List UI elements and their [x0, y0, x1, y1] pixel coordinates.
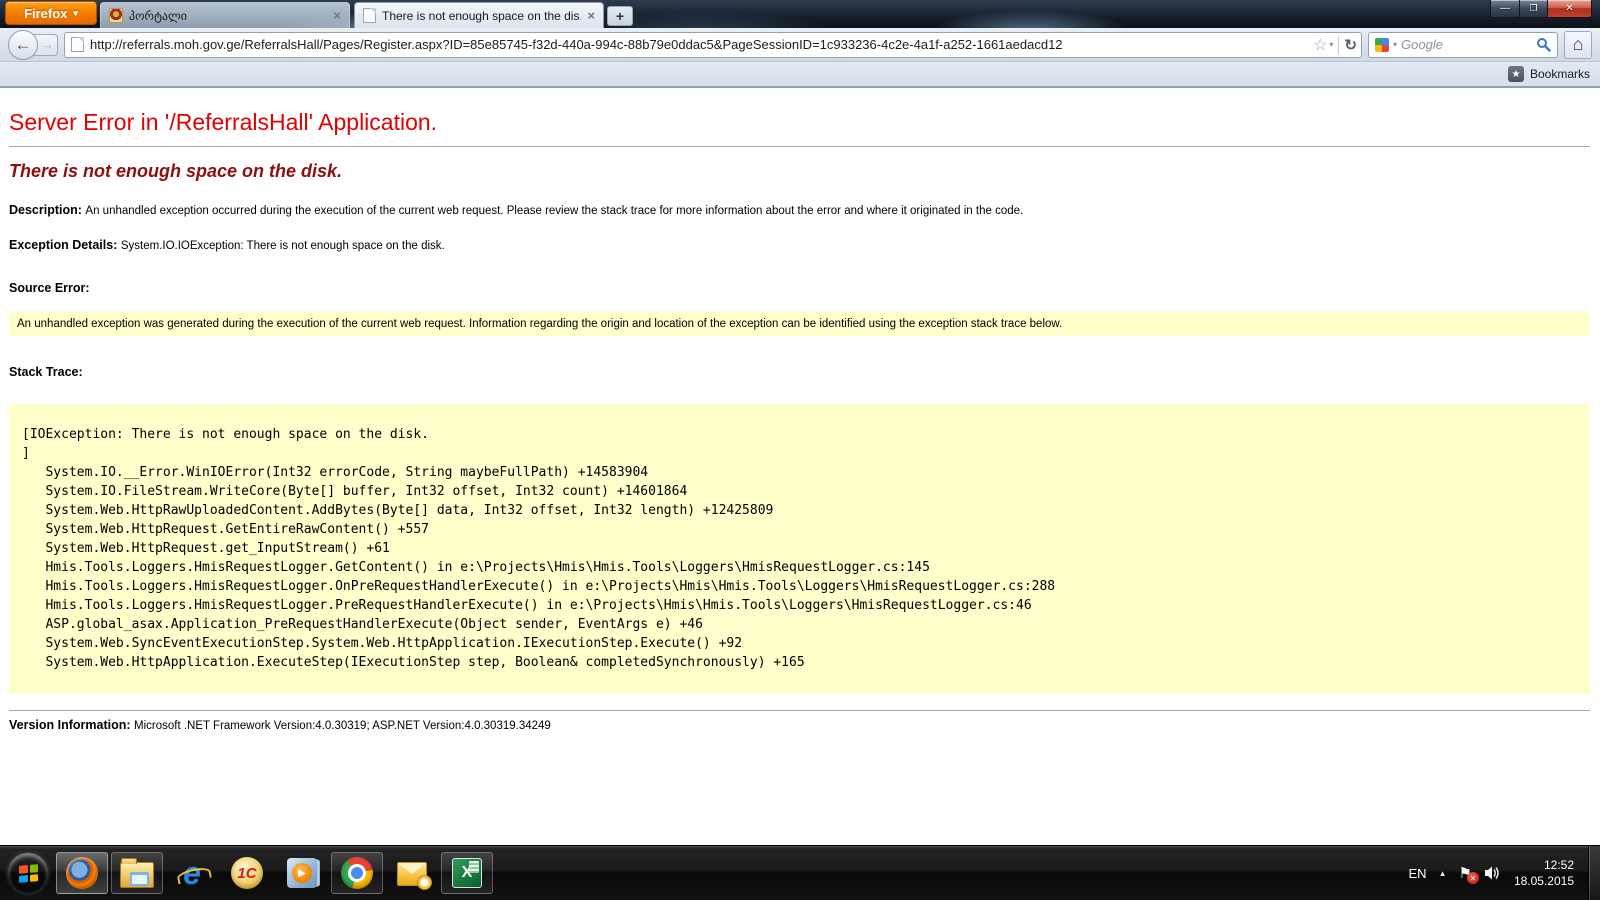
clock-time: 12:52 [1514, 857, 1574, 873]
chrome-icon [341, 857, 373, 889]
description-label: Description: [9, 203, 85, 217]
outlook-icon [397, 862, 427, 886]
clock-icon [417, 875, 432, 890]
exception-details-label: Exception Details: [9, 238, 121, 252]
exception-details-line: Exception Details: System.IO.IOException… [9, 238, 1590, 252]
description-line: Description: An unhandled exception occu… [9, 203, 1590, 217]
hidden-icons-arrow-icon[interactable]: ▲ [1439, 869, 1447, 878]
home-button[interactable]: ⌂ [1564, 31, 1592, 59]
description-text: An unhandled exception occurred during t… [85, 205, 1023, 217]
source-error-heading: Source Error: [9, 281, 1590, 295]
bookmarks-toolbar: ★ Bookmarks [0, 62, 1600, 88]
url-bar[interactable]: ☆ ▾ ↻ [64, 32, 1362, 58]
stack-trace-block: [IOException: There is not enough space … [9, 404, 1590, 694]
volume-icon[interactable] [1484, 865, 1502, 881]
window-titlebar: Firefox ▾ პორტალი × There is not enough … [0, 0, 1600, 28]
tab-error-page[interactable]: There is not enough space on the dis... … [354, 2, 604, 28]
taskbar: e 1С ▶ X EN ▲ ⚑✕ 12:52 18.05.2015 [0, 845, 1600, 900]
windows-orb-icon [8, 853, 48, 893]
page-title: Server Error in '/ReferralsHall' Applica… [9, 109, 1590, 136]
firefox-menu-label: Firefox [24, 6, 67, 21]
bookmarks-star-icon: ★ [1508, 66, 1524, 82]
taskbar-item-explorer[interactable] [111, 852, 163, 894]
show-desktop-button[interactable] [1588, 846, 1600, 900]
chevron-down-icon: ▾ [73, 8, 78, 19]
tab-close-icon[interactable]: × [587, 8, 595, 23]
tab-portal[interactable]: პორტალი × [100, 2, 350, 28]
window-controls: — ❐ ✕ [1490, 0, 1592, 18]
firefox-icon [66, 857, 98, 889]
tab-close-icon[interactable]: × [333, 8, 341, 23]
taskbar-item-firefox[interactable] [56, 852, 108, 894]
source-error-note: An unhandled exception was generated dur… [9, 312, 1590, 336]
taskbar-item-internet-explorer[interactable]: e [166, 852, 218, 894]
error-subtitle: There is not enough space on the disk. [9, 161, 1590, 182]
divider [9, 146, 1590, 147]
version-information-text: Microsoft .NET Framework Version:4.0.303… [134, 720, 551, 732]
version-information-label: Version Information: [9, 718, 134, 732]
tab-title: There is not enough space on the dis... [382, 9, 581, 23]
new-tab-button[interactable]: + [607, 6, 633, 26]
system-tray: EN ▲ ⚑✕ 12:52 18.05.2015 [1409, 857, 1579, 889]
exception-details-text: System.IO.IOException: There is not enou… [121, 240, 445, 252]
windows-explorer-icon [120, 862, 154, 888]
windows-flag-icon [19, 864, 38, 883]
internet-explorer-icon: e [183, 857, 201, 889]
google-logo-icon [1375, 38, 1389, 52]
taskbar-icons: e 1С ▶ X [56, 852, 493, 894]
alert-badge-icon: ✕ [1467, 872, 1479, 884]
page-favicon-icon [71, 37, 84, 52]
restore-button[interactable]: ❐ [1520, 0, 1548, 18]
divider [9, 710, 1590, 711]
taskbar-item-1c[interactable]: 1С [221, 852, 273, 894]
1c-icon: 1С [231, 857, 263, 889]
search-engine-dropdown-icon[interactable]: ▾ [1393, 40, 1397, 49]
url-bar-actions: ☆ ▾ ↻ [1313, 35, 1357, 55]
start-button[interactable] [4, 849, 52, 897]
clock[interactable]: 12:52 18.05.2015 [1514, 857, 1574, 889]
search-input[interactable] [1401, 37, 1532, 52]
minimize-button[interactable]: — [1490, 0, 1520, 18]
taskbar-item-excel[interactable]: X [441, 852, 493, 894]
search-box[interactable]: ▾ [1368, 32, 1558, 58]
media-player-icon: ▶ [287, 858, 317, 888]
bookmarks-menu-button[interactable]: ★ Bookmarks [1508, 66, 1590, 82]
close-button[interactable]: ✕ [1548, 0, 1592, 18]
url-input[interactable] [90, 37, 1307, 52]
version-information-line: Version Information: Microsoft .NET Fram… [9, 718, 1590, 732]
reload-icon[interactable]: ↻ [1344, 36, 1357, 54]
page-content: Server Error in '/ReferralsHall' Applica… [0, 88, 1600, 845]
language-indicator[interactable]: EN [1409, 866, 1427, 881]
page-favicon-icon [363, 8, 376, 23]
search-icon[interactable] [1536, 37, 1551, 52]
play-icon: ▶ [292, 863, 312, 883]
georgia-emblem-favicon-icon [109, 8, 123, 23]
taskbar-item-outlook[interactable] [386, 852, 438, 894]
divider [1338, 36, 1339, 54]
back-button[interactable]: ← [8, 30, 38, 60]
action-center-flag-icon[interactable]: ⚑✕ [1458, 864, 1471, 882]
bookmarks-label: Bookmarks [1530, 67, 1590, 81]
navigation-toolbar: ← → ☆ ▾ ↻ ▾ ⌂ [0, 28, 1600, 62]
tab-title: პორტალი [129, 9, 327, 23]
taskbar-item-media-player[interactable]: ▶ [276, 852, 328, 894]
bookmark-star-icon[interactable]: ☆ [1313, 35, 1327, 55]
clock-date: 18.05.2015 [1514, 873, 1574, 889]
stack-trace-heading: Stack Trace: [9, 365, 1590, 379]
firefox-menu-button[interactable]: Firefox ▾ [5, 1, 97, 25]
url-dropdown-icon[interactable]: ▾ [1329, 40, 1333, 49]
tab-strip: პორტალი × There is not enough space on t… [100, 2, 633, 28]
taskbar-item-chrome[interactable] [331, 852, 383, 894]
excel-icon: X [452, 858, 482, 888]
